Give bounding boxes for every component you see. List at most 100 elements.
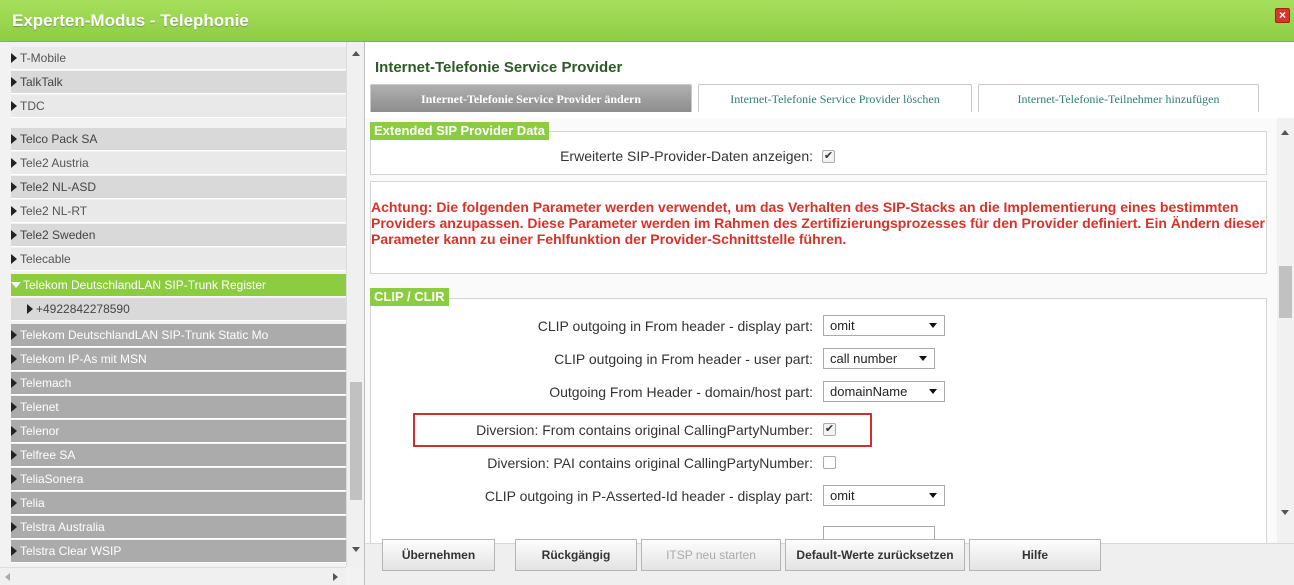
restart-itsp-button[interactable]: ITSP neu starten: [641, 539, 781, 571]
collapsed-arrow-icon: [11, 101, 17, 111]
tree-item[interactable]: TalkTalk: [11, 71, 346, 94]
tree-item-label: Telfree SA: [20, 448, 76, 462]
scroll-thumb[interactable]: [1279, 266, 1292, 318]
provider-tree: T-Mobile TalkTalk TDC Telco Pack SA Tele…: [0, 42, 346, 567]
expanded-arrow-icon: [11, 282, 21, 288]
settings-panel: Extended SIP Provider Data Erweiterte SI…: [365, 118, 1277, 543]
diversion-pai-checkbox[interactable]: [823, 456, 836, 469]
tree-item[interactable]: T-Mobile: [11, 47, 346, 70]
collapsed-arrow-icon: [11, 158, 17, 168]
tree-item[interactable]: Tele2 NL-ASD: [11, 176, 346, 199]
warning-text: Achtung: Die folgenden Parameter werden …: [371, 199, 1265, 247]
tree-item[interactable]: Telemach: [11, 372, 346, 395]
tab-add-subscriber[interactable]: Internet-Telefonie-Teilnehmer hinzufügen: [978, 84, 1259, 112]
scroll-up-icon[interactable]: [1281, 130, 1289, 135]
tree-item-label: Telemach: [20, 376, 72, 390]
scroll-up-icon[interactable]: [352, 51, 360, 56]
tree-item[interactable]: Telco Pack SA: [11, 128, 346, 151]
from-domain-select[interactable]: domainName: [823, 381, 945, 402]
collapsed-arrow-icon: [11, 53, 17, 63]
tree-child-item[interactable]: +4922842278590: [11, 298, 346, 321]
diversion-pai-label: Diversion: PAI contains original Calling…: [487, 455, 813, 471]
clip-from-user-label: CLIP outgoing in From header - user part…: [554, 351, 813, 367]
tree-item-label: Telia: [20, 496, 45, 510]
tree-item[interactable]: Telekom DeutschlandLAN SIP-Trunk Static …: [11, 324, 346, 347]
collapsed-arrow-icon: [11, 402, 17, 412]
collapsed-arrow-icon: [11, 450, 17, 460]
reset-defaults-button[interactable]: Default-Werte zurücksetzen: [785, 539, 965, 571]
clip-pai-display-select[interactable]: omit: [823, 485, 945, 506]
undo-button[interactable]: Rückgängig: [515, 539, 637, 571]
tree-item-label: Telenet: [20, 400, 59, 414]
clip-pai-display-label: CLIP outgoing in P-Asserted-Id header - …: [484, 488, 813, 504]
tree-item[interactable]: Telecable: [11, 248, 346, 271]
close-icon[interactable]: ×: [1275, 8, 1290, 23]
collapsed-arrow-icon: [11, 254, 17, 264]
tree-item[interactable]: TDC: [11, 95, 346, 118]
clip-from-display-select[interactable]: omit: [823, 315, 945, 336]
tree-item[interactable]: TeliaSonera: [11, 468, 346, 491]
tree-item[interactable]: Tele2 NL-RT: [11, 200, 346, 223]
scroll-down-icon[interactable]: [1281, 510, 1289, 515]
tree-item-label: Tele2 Sweden: [20, 228, 96, 242]
tree-item-label: TDC: [20, 99, 45, 113]
apply-button[interactable]: Übernehmen: [382, 539, 495, 571]
tree-item[interactable]: Telstra Clear WSIP: [11, 540, 346, 563]
tree-item-selected[interactable]: Telekom DeutschlandLAN SIP-Trunk Registe…: [11, 274, 346, 297]
tab-delete-provider[interactable]: Internet-Telefonie Service Provider lösc…: [698, 84, 972, 112]
tree-item-label: Telecable: [20, 252, 71, 266]
tree-item[interactable]: Tele2 Sweden: [11, 224, 346, 247]
diversion-from-checkbox[interactable]: ✔: [823, 423, 836, 436]
collapsed-arrow-icon: [11, 77, 17, 87]
collapsed-arrow-icon: [11, 426, 17, 436]
tree-item[interactable]: Telstra Australia: [11, 516, 346, 539]
help-button[interactable]: Hilfe: [969, 539, 1101, 571]
tree-item[interactable]: Telenor: [11, 420, 346, 443]
collapsed-arrow-icon: [27, 304, 33, 314]
collapsed-arrow-icon: [11, 354, 17, 364]
show-extended-data-label: Erweiterte SIP-Provider-Daten anzeigen:: [560, 148, 813, 164]
select-value: call number: [830, 351, 898, 366]
clip-from-user-select[interactable]: call number: [823, 348, 935, 369]
collapsed-arrow-icon: [11, 230, 17, 240]
scroll-down-icon[interactable]: [352, 547, 360, 552]
tree-item-label: Telekom IP-As mit MSN: [20, 352, 147, 366]
tree-item-label: Tele2 Austria: [20, 156, 89, 170]
tree-item-label: Telstra Australia: [20, 520, 105, 534]
clip-from-display-label: CLIP outgoing in From header - display p…: [537, 318, 813, 334]
title-bar: Experten-Modus - Telephonie ×: [0, 0, 1294, 42]
collapsed-arrow-icon: [11, 206, 17, 216]
tree-item-label: TalkTalk: [20, 75, 63, 89]
collapsed-arrow-icon: [11, 182, 17, 192]
window-title: Experten-Modus - Telephonie: [12, 11, 249, 30]
collapsed-arrow-icon: [11, 330, 17, 340]
scroll-thumb[interactable]: [350, 382, 362, 500]
tree-item-label: Tele2 NL-RT: [20, 204, 88, 218]
tab-change-provider[interactable]: Internet-Telefonie Service Provider ände…: [370, 84, 692, 112]
tree-item[interactable]: Telia: [11, 492, 346, 515]
collapsed-arrow-icon: [11, 474, 17, 484]
sidebar-horizontal-scrollbar[interactable]: [0, 567, 346, 585]
sidebar-vertical-scrollbar[interactable]: [346, 42, 364, 567]
scroll-left-icon[interactable]: [5, 573, 10, 581]
tree-item[interactable]: Telenet: [11, 396, 346, 419]
collapsed-arrow-icon: [11, 498, 17, 508]
tree-item[interactable]: Telekom IP-As mit MSN: [11, 348, 346, 371]
tree-item-label: TeliaSonera: [20, 472, 84, 486]
collapsed-arrow-icon: [11, 378, 17, 388]
tree-item-label: Telenor: [20, 424, 60, 438]
select-value: omit: [830, 488, 855, 503]
select-value: omit: [830, 318, 855, 333]
from-domain-label: Outgoing From Header - domain/host part:: [549, 384, 813, 400]
show-extended-data-checkbox[interactable]: ✔: [822, 150, 835, 163]
tree-item-label: Tele2 NL-ASD: [20, 180, 97, 194]
tree-item-label: Telco Pack SA: [20, 132, 98, 146]
section-header-extended-sip: Extended SIP Provider Data: [370, 122, 549, 140]
tree-item-label: T-Mobile: [20, 51, 67, 65]
tree-item[interactable]: Telfree SA: [11, 444, 346, 467]
main-vertical-scrollbar[interactable]: [1277, 118, 1294, 543]
expert-mode-window: Experten-Modus - Telephonie × T-Mobile T…: [0, 0, 1294, 585]
chevron-down-icon: [929, 389, 937, 394]
scroll-right-icon[interactable]: [333, 573, 338, 581]
tree-item[interactable]: Tele2 Austria: [11, 152, 346, 175]
